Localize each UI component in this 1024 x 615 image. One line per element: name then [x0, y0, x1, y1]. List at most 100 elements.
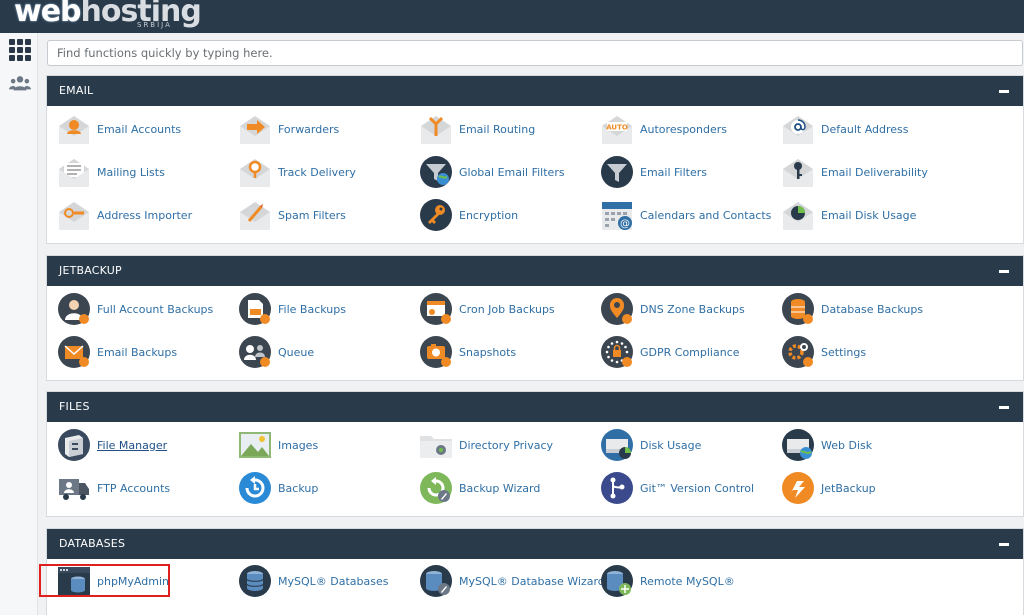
item-label: DNS Zone Backups	[640, 302, 745, 316]
backup-wizard-icon	[420, 472, 452, 504]
images-item[interactable]: Images	[238, 427, 318, 463]
web-disk-item[interactable]: Web Disk	[781, 427, 872, 463]
brand-logo[interactable]: webhosting	[14, 0, 202, 29]
directory-privacy-item[interactable]: Directory Privacy	[419, 427, 553, 463]
spam-filters-item[interactable]: Spam Filters	[238, 197, 346, 233]
global-email-filters-item[interactable]: Global Email Filters	[419, 154, 565, 190]
file-backups-item[interactable]: File Backups	[238, 291, 346, 327]
queue-icon	[239, 336, 271, 368]
item-label: Forwarders	[278, 122, 340, 136]
backup-wizard-item[interactable]: Backup Wizard	[419, 470, 540, 506]
item-label: Database Backups	[821, 302, 924, 316]
mailing-lists-icon	[59, 159, 89, 187]
email-accounts-icon	[59, 116, 89, 144]
mysql-databases-item[interactable]: MySQL® Databases	[238, 563, 388, 599]
default-address-item[interactable]: Default Address	[781, 111, 909, 147]
item-label: GDPR Compliance	[640, 345, 740, 359]
email-disk-usage-item[interactable]: Email Disk Usage	[781, 197, 916, 233]
database-backups-item[interactable]: Database Backups	[781, 291, 923, 327]
track-delivery-item[interactable]: Track Delivery	[238, 154, 356, 190]
full-account-backups-icon	[58, 293, 90, 325]
snapshots-item[interactable]: Snapshots	[419, 334, 516, 370]
directory-privacy-icon	[420, 436, 452, 458]
forwarders-icon	[240, 116, 270, 144]
email-routing-item[interactable]: Email Routing	[419, 111, 535, 147]
highlight-box	[39, 564, 170, 597]
dns-zone-backups-icon	[601, 293, 633, 325]
item-label: Backup Wizard	[459, 481, 541, 495]
files-section-header[interactable]: FILES	[47, 392, 1023, 422]
dns-zone-backups-item[interactable]: DNS Zone Backups	[600, 291, 745, 327]
file-manager-item[interactable]: File Manager	[57, 427, 167, 463]
collapse-icon[interactable]	[999, 90, 1009, 93]
autoresponders-item[interactable]: AUTO Autoresponders	[600, 111, 727, 147]
search-input[interactable]	[47, 40, 1023, 66]
email-section-header[interactable]: EMAIL	[47, 76, 1023, 106]
queue-item[interactable]: Queue	[238, 334, 314, 370]
mysql-database-wizard-item[interactable]: MySQL® Database Wizard	[419, 563, 605, 599]
item-label: MySQL® Databases	[278, 574, 389, 588]
autoresponders-icon: AUTO	[602, 116, 632, 144]
backup-icon	[239, 472, 271, 504]
item-label: File Manager	[97, 438, 168, 452]
collapse-icon[interactable]	[999, 270, 1009, 273]
sidebar	[0, 33, 38, 615]
encryption-icon	[420, 199, 452, 231]
item-label: Settings	[821, 345, 867, 359]
mysql-databases-icon	[239, 565, 271, 597]
git-version-control-icon	[601, 472, 633, 504]
cron-job-backups-item[interactable]: Cron Job Backups	[419, 291, 555, 327]
web-disk-icon	[782, 429, 814, 461]
mailing-lists-item[interactable]: Mailing Lists	[57, 154, 165, 190]
section-title: DATABASES	[59, 537, 126, 550]
snapshots-icon	[420, 336, 452, 368]
databases-section-header[interactable]: DATABASES	[47, 529, 1023, 559]
disk-usage-item[interactable]: Disk Usage	[600, 427, 701, 463]
remote-mysql-item[interactable]: Remote MySQL®	[600, 563, 735, 599]
grid-icon[interactable]	[9, 39, 31, 61]
settings-item[interactable]: Settings	[781, 334, 866, 370]
item-label: Default Address	[821, 122, 909, 136]
item-label: FTP Accounts	[97, 481, 171, 495]
email-backups-item[interactable]: Email Backups	[57, 334, 177, 370]
settings-icon	[782, 336, 814, 368]
item-label: Cron Job Backups	[459, 302, 555, 316]
item-label: Mailing Lists	[97, 165, 165, 179]
item-label: Track Delivery	[278, 165, 356, 179]
email-deliverability-icon	[783, 159, 813, 187]
gdpr-compliance-item[interactable]: GDPR Compliance	[600, 334, 740, 370]
email-filters-icon	[601, 156, 633, 188]
encryption-item[interactable]: Encryption	[419, 197, 518, 233]
full-account-backups-item[interactable]: Full Account Backups	[57, 291, 213, 327]
forwarders-item[interactable]: Forwarders	[238, 111, 339, 147]
item-label: Directory Privacy	[459, 438, 554, 452]
git-version-control-item[interactable]: Git™ Version Control	[600, 470, 754, 506]
cron-job-backups-icon	[420, 293, 452, 325]
address-importer-item[interactable]: Address Importer	[57, 197, 192, 233]
jetbackup-section-header[interactable]: JETBACKUP	[47, 256, 1023, 286]
email-backups-icon	[58, 336, 90, 368]
default-address-icon	[783, 116, 813, 144]
track-delivery-icon	[240, 159, 270, 187]
item-label: Email Disk Usage	[821, 208, 917, 222]
calendars-contacts-item[interactable]: @ Calendars and Contacts	[600, 197, 771, 233]
item-label: Queue	[278, 345, 315, 359]
item-label: Email Deliverability	[821, 165, 928, 179]
email-filters-item[interactable]: Email Filters	[600, 154, 707, 190]
collapse-icon[interactable]	[999, 406, 1009, 409]
collapse-icon[interactable]	[999, 543, 1009, 546]
item-label: Autoresponders	[640, 122, 728, 136]
item-label: Disk Usage	[640, 438, 702, 452]
item-label: Encryption	[459, 208, 519, 222]
jetbackup-item[interactable]: JetBackup	[781, 470, 876, 506]
item-label: Spam Filters	[278, 208, 346, 222]
mysql-database-wizard-icon	[420, 565, 452, 597]
svg-text:@: @	[620, 219, 630, 230]
users-icon[interactable]	[9, 73, 31, 93]
email-deliverability-item[interactable]: Email Deliverability	[781, 154, 928, 190]
item-label: Snapshots	[459, 345, 517, 359]
ftp-accounts-item[interactable]: FTP Accounts	[57, 470, 170, 506]
backup-item[interactable]: Backup	[238, 470, 318, 506]
item-label: Address Importer	[97, 208, 193, 222]
email-accounts-item[interactable]: Email Accounts	[57, 111, 181, 147]
